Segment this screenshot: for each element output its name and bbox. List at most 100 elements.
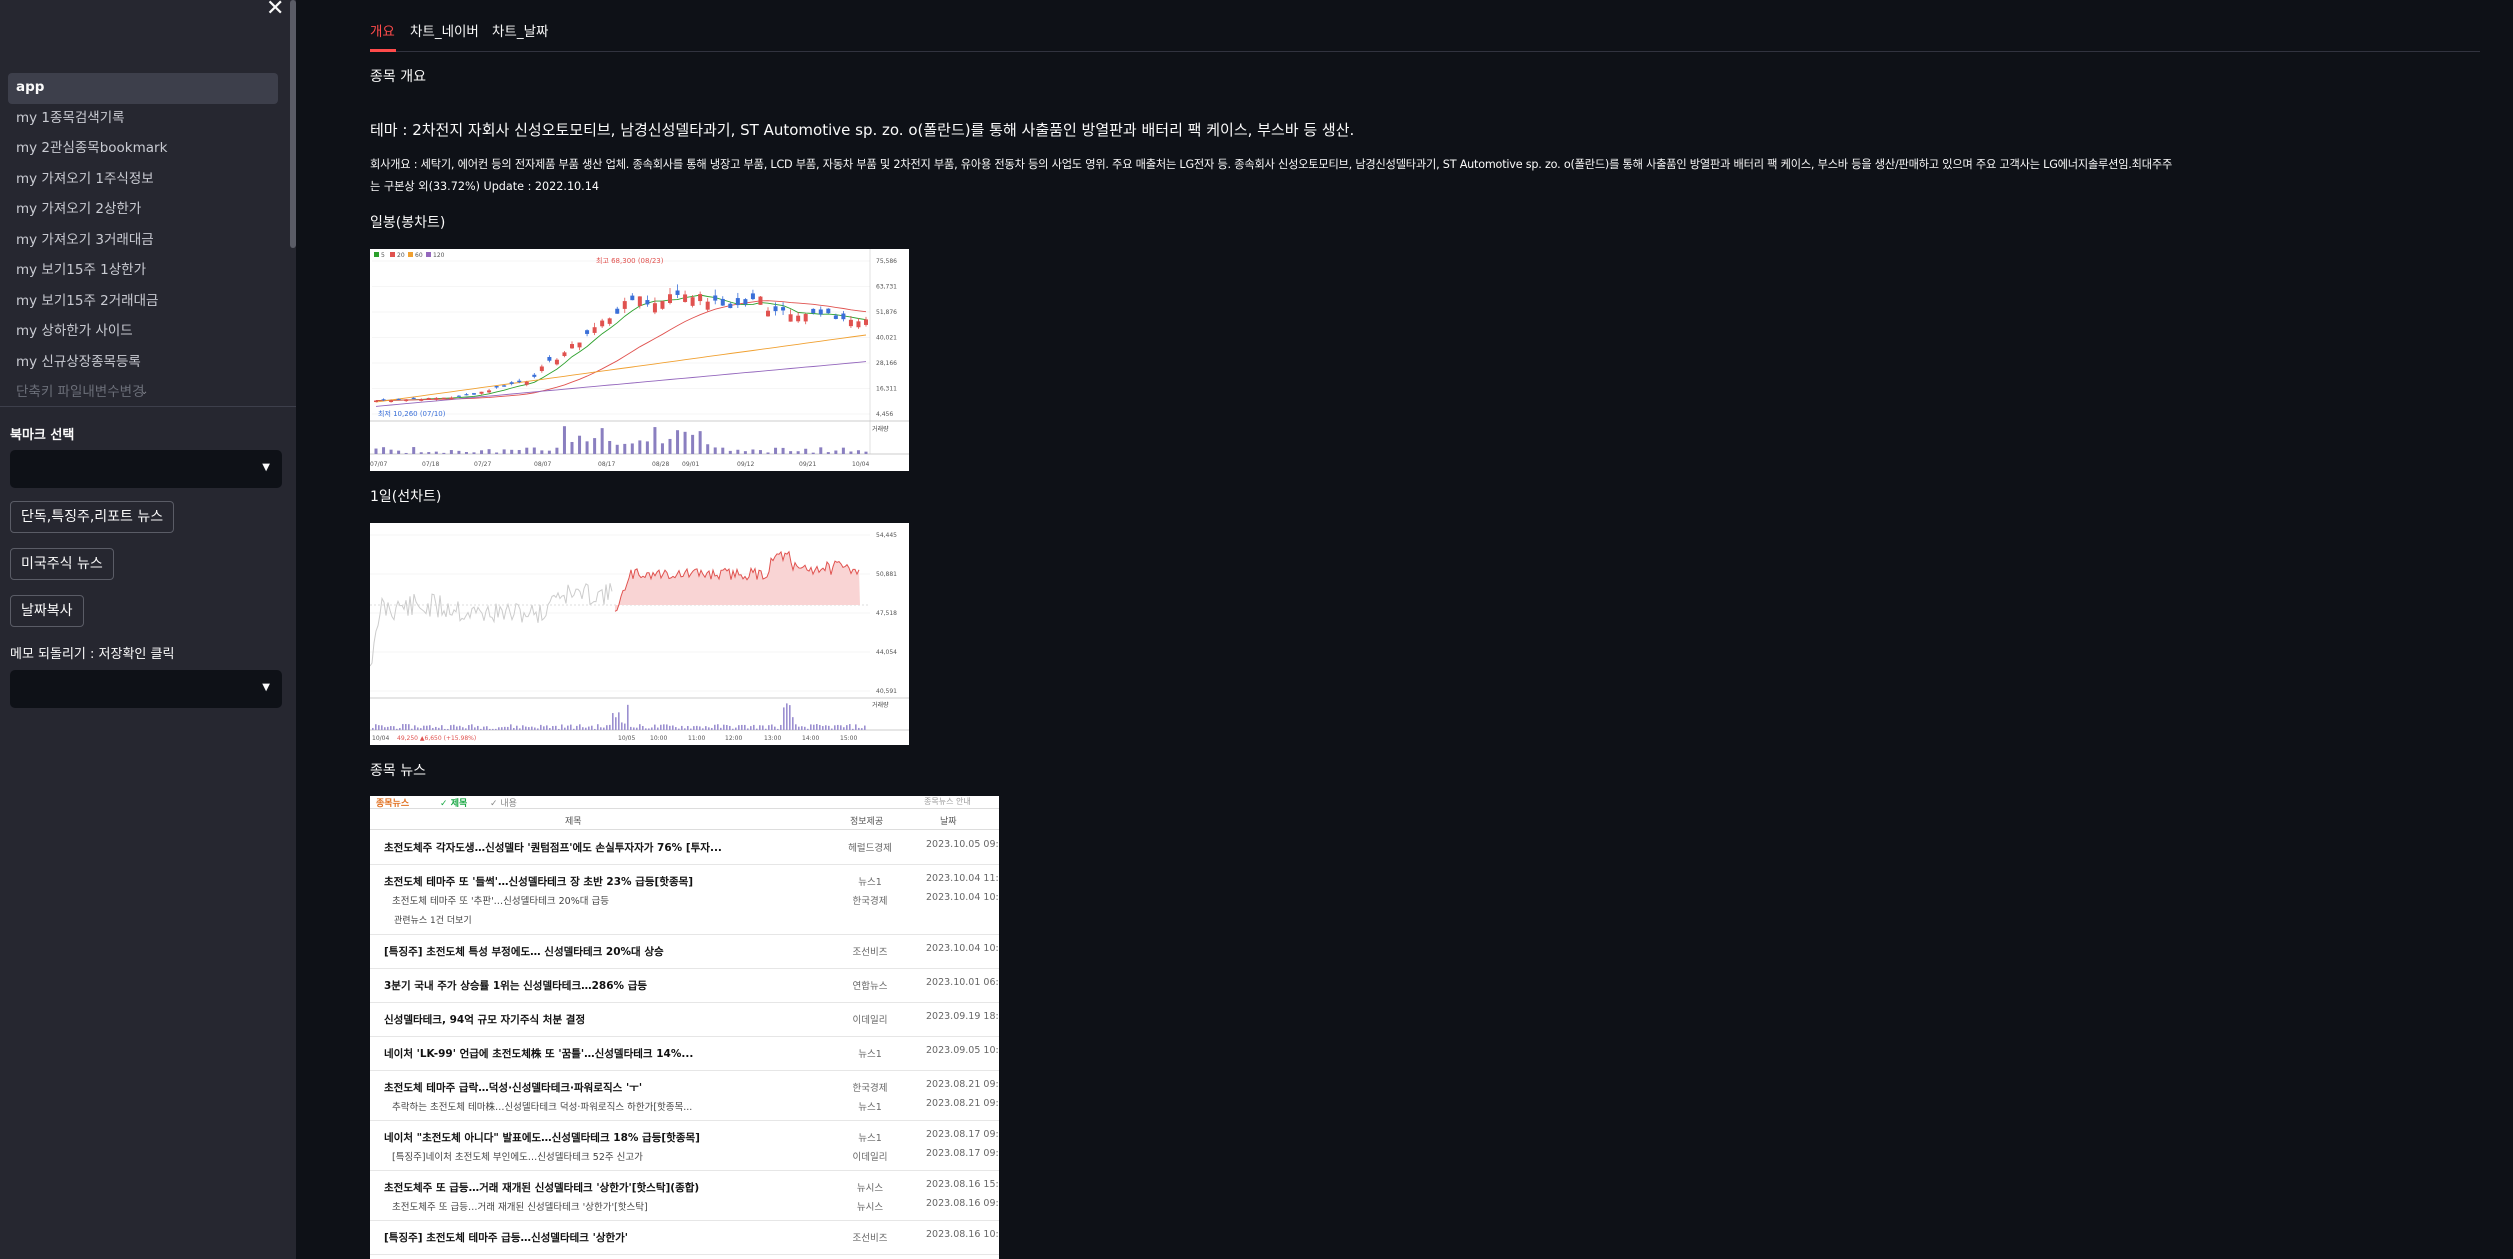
- candle: [856, 321, 861, 328]
- news-title[interactable]: 초전도체 테마주 또 '들썩'…신성델타테크 장 초반 23% 급등[핫종목]: [384, 874, 693, 889]
- volume-bar: [864, 451, 868, 454]
- news-sub-title[interactable]: 추락하는 초전도체 테마株…신성델타테크 덕성·파워로직스 하한가[핫종목...: [392, 1099, 692, 1113]
- volume-bar: [573, 728, 575, 730]
- intraday-line-chart[interactable]: 54,445 50,881 47,518 44,054 40,591 10/05 10:0…: [370, 523, 909, 745]
- close-icon[interactable]: ✕: [266, 0, 284, 20]
- volume-bar: [375, 724, 377, 730]
- news-row[interactable]: 3분기 국내 주가 상승률 1위는 신성델타테크…286% 급등 연합뉴스 2023…: [370, 969, 999, 1003]
- related-news-link[interactable]: 관련뉴스 1건 더보기: [394, 913, 472, 926]
- tab-chart-date[interactable]: 차트_날짜: [492, 20, 548, 40]
- news-row[interactable]: 신성델타테크, 94억 규모 자기주식 처분 결정 이데일리 2023.09.19 …: [370, 1003, 999, 1037]
- volume-bar: [723, 724, 725, 730]
- tab-overview[interactable]: 개요: [370, 20, 395, 40]
- volume-bar: [442, 452, 446, 454]
- volume-bar: [654, 724, 656, 730]
- daily-candle-chart[interactable]: 5 20 60 120 75,586 63,731 51,876 40,021 28,1…: [370, 249, 909, 471]
- news-title[interactable]: 네이처 'LK-99' 언급에 초전도체株 또 '꿈틀'…신성델타테크 14%.…: [384, 1046, 693, 1061]
- news-source: 조선비즈: [852, 947, 888, 958]
- sidebar-item-trade-amount[interactable]: my 가져오기 3거래대금: [8, 226, 278, 257]
- news-guide-link[interactable]: 종목뉴스 안내: [924, 796, 971, 807]
- legend-5: 5: [381, 252, 385, 259]
- candle: [788, 314, 793, 322]
- volume-bar: [579, 724, 581, 730]
- news-row[interactable]: 초전도체 테마주 또 '들썩'…신성델타테크 장 초반 23% 급등[핫종목] 뉴…: [370, 865, 999, 935]
- sidebar-item-view-upper-limit[interactable]: my 보기15주 1상한가: [8, 256, 278, 287]
- news-row[interactable]: [특징주] 초전도체 특성 부정에도… 신성델타테크 20%대 상승 조선비즈 20…: [370, 935, 999, 969]
- news-sub-title[interactable]: 초전도체주 또 급등…거래 재개된 신성델타테크 '상한가'[핫스탁]: [392, 1199, 648, 1213]
- sidebar-nav: app my 1종목검색기록 my 2관심종목bookmark my 가져오기 …: [8, 73, 278, 403]
- volume-bar: [495, 452, 499, 454]
- volume-bar: [849, 451, 853, 454]
- daily-x-tick: 08/17: [598, 461, 615, 468]
- volume-bar: [483, 726, 485, 730]
- volume-bar: [471, 724, 473, 730]
- news-row[interactable]: 초전도체주 또 급등…거래 재개된 신성델타테크 '상한가'[핫스탁](종합) 뉴…: [370, 1171, 999, 1221]
- news-title[interactable]: 3분기 국내 주가 상승률 1위는 신성델타테크…286% 급등: [384, 978, 647, 993]
- volume-bar: [412, 447, 416, 454]
- news-title[interactable]: [특징주] 초전도체 테마주 급등…신성델타테크 '상한가': [384, 1230, 628, 1245]
- theme-text: 테마 : 2차전지 자회사 신성오토모티브, 남경신성델타과기, ST Auto…: [370, 121, 1355, 139]
- sidebar-item-app[interactable]: app: [8, 73, 278, 104]
- sidebar-item-bookmark[interactable]: my 2관심종목bookmark: [8, 134, 278, 165]
- candle: [622, 301, 627, 309]
- daily-y-tick: 40,021: [876, 335, 897, 342]
- news-source: 뉴스1: [858, 1049, 882, 1060]
- news-title[interactable]: 초전도체주 각자도생…신성델타 '퀀텀점프'에도 손실투자자가 76% [투자.…: [384, 840, 722, 855]
- sidebar-item-search-history[interactable]: my 1종목검색기록: [8, 104, 278, 135]
- candle: [750, 293, 755, 300]
- volume-bar: [382, 447, 386, 454]
- memo-label: 메모 되돌리기 : 저장확인 클릭: [10, 647, 175, 662]
- candle: [524, 381, 529, 385]
- intraday-x-tick: 10:00: [650, 735, 667, 742]
- volume-bar: [638, 440, 642, 454]
- news-row[interactable]: 네이처 'LK-99' 언급에 초전도체株 또 '꿈틀'…신성델타테크 14%.…: [370, 1037, 999, 1071]
- sidebar-item-stock-info[interactable]: my 가져오기 1주식정보: [8, 165, 278, 196]
- news-header-row: 제목 정보제공 날짜: [370, 808, 999, 830]
- candle: [698, 294, 703, 302]
- volume-bar: [372, 727, 374, 730]
- candle: [826, 308, 831, 314]
- copy-date-button[interactable]: 날짜복사: [10, 595, 84, 627]
- sidebar-item-view-trade-amount[interactable]: my 보기15주 2거래대금: [8, 287, 278, 318]
- news-source: 이데일리: [852, 1015, 888, 1026]
- volume-bar: [717, 724, 719, 730]
- volume-bar: [419, 452, 423, 454]
- news-title[interactable]: 초전도체 테마주 급락…덕성·신성델타테크·파워로직스 'ㅜ': [384, 1080, 642, 1095]
- volume-bar: [840, 725, 842, 730]
- news-report-button[interactable]: 단독,특징주,리포트 뉴스: [10, 501, 175, 533]
- volume-bar: [756, 728, 758, 730]
- news-row[interactable]: [특징주] 초전도체 테마주 급등…신성델타테크 '상한가' 조선비즈 2023.0…: [370, 1221, 999, 1255]
- volume-bar: [450, 725, 452, 730]
- active-tab-indicator: [370, 49, 396, 52]
- chevron-down-icon: ▼: [262, 682, 270, 693]
- news-title[interactable]: 신성델타테크, 94억 규모 자기주식 처분 결정: [384, 1012, 585, 1027]
- news-row[interactable]: 초전도체 테마주 급락…덕성·신성델타테크·파워로직스 'ㅜ' 한국경제 2023.…: [370, 1071, 999, 1121]
- volume-bar: [813, 724, 815, 730]
- news-date: 2023.08.17 09:41: [926, 1129, 999, 1140]
- bookmark-select[interactable]: ▼: [10, 450, 282, 488]
- memo-select[interactable]: ▼: [10, 670, 282, 708]
- news-row[interactable]: 초전도체주 각자도생…신성델타 '퀀텀점프'에도 손실투자자가 76% [투자.…: [370, 831, 999, 865]
- volume-bar: [423, 725, 425, 730]
- sidebar-item-upper-limit[interactable]: my 가져오기 2상한가: [8, 195, 278, 226]
- volume-bar: [714, 724, 716, 730]
- news-title[interactable]: 네이처 "초전도체 아니다" 발표에도…신성델타테크 18% 급등[핫종목]: [384, 1130, 700, 1145]
- sidebar-item-new-listing[interactable]: my 신규상장종목등록: [8, 348, 278, 379]
- candle: [818, 309, 823, 315]
- volume-bar: [591, 725, 593, 730]
- volume-bar: [402, 724, 404, 730]
- us-stock-news-button[interactable]: 미국주식 뉴스: [10, 548, 114, 580]
- volume-bar: [562, 426, 566, 454]
- news-title[interactable]: [특징주] 초전도체 특성 부정에도… 신성델타테크 20%대 상승: [384, 944, 664, 959]
- chevron-down-icon[interactable]: ⌄: [140, 386, 148, 397]
- candle: [848, 319, 853, 327]
- news-title[interactable]: 초전도체주 또 급등…거래 재개된 신성델타테크 '상한가'[핫스탁](종합): [384, 1180, 699, 1195]
- sidebar-item-limit-side[interactable]: my 상하한가 사이드: [8, 317, 278, 348]
- news-sub-title[interactable]: [특징주]네이처 초전도체 부인에도…신성델타테크 52주 신고가: [392, 1149, 643, 1163]
- news-row[interactable]: 네이처 "초전도체 아니다" 발표에도…신성델타테크 18% 급등[핫종목] 뉴스…: [370, 1121, 999, 1171]
- volume-bar: [618, 712, 620, 730]
- candle: [419, 398, 424, 401]
- tab-chart-naver[interactable]: 차트_네이버: [410, 20, 479, 40]
- volume-bar: [834, 450, 838, 454]
- news-sub-title[interactable]: 초전도체 테마주 또 '추판'…신성델타테크 20%대 급등: [392, 893, 609, 907]
